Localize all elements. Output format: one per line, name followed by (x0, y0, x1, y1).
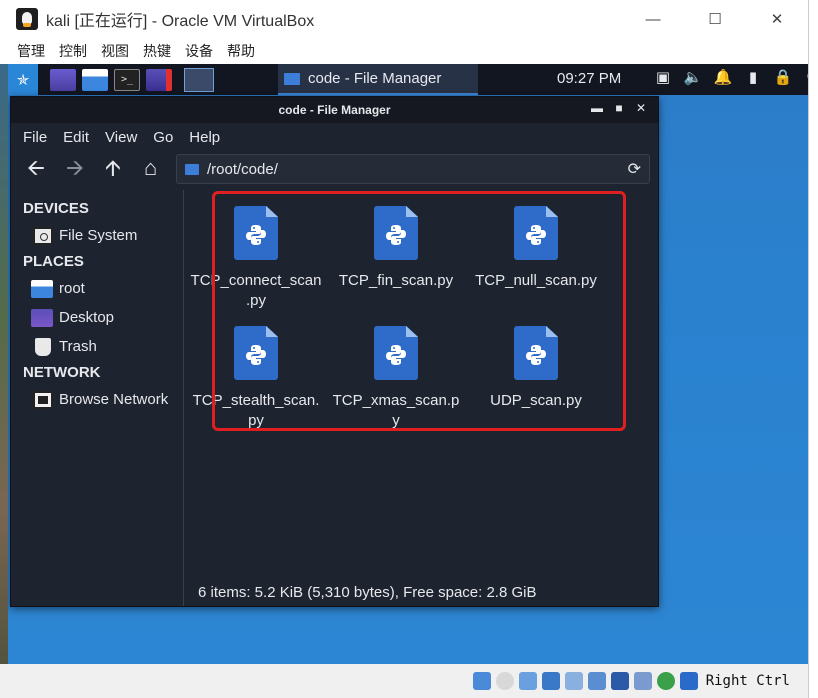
file-manager-toolbar: 🡨 🡪 🡩 ⌂ /root/code/ ⟳ (11, 151, 658, 185)
folder-icon (31, 279, 53, 298)
network-icon[interactable] (541, 672, 560, 690)
disk-icon (33, 226, 53, 245)
trash-icon (35, 337, 51, 356)
power-icon[interactable]: ⏻ (798, 68, 808, 86)
menu-view[interactable]: View (105, 129, 137, 146)
panel-clock[interactable]: 09:27 PM (557, 70, 621, 87)
screen-recorder-launcher-icon[interactable] (146, 68, 172, 91)
folder-icon (185, 163, 199, 175)
host-key-label: Right Ctrl (705, 673, 790, 689)
sidebar-heading-network: NETWORK (23, 364, 101, 381)
menu-control[interactable]: 控制 (59, 41, 87, 61)
sidebar-item-browse-network[interactable]: Browse Network (11, 385, 183, 414)
sidebar: DEVICES File System PLACES root Desktop … (11, 190, 184, 580)
file-manager-menubar: File Edit View Go Help (11, 123, 658, 151)
taskbar-item-file-manager[interactable]: code - File Manager (278, 64, 478, 95)
highlight-annotation (212, 191, 626, 431)
menu-view[interactable]: 视图 (101, 41, 129, 61)
menu-hotkeys[interactable]: 热键 (143, 41, 171, 61)
status-bar: 6 items: 5.2 KiB (5,310 bytes), Free spa… (11, 580, 658, 606)
lock-icon[interactable]: 🔒 (768, 68, 798, 86)
menu-help[interactable]: 帮助 (227, 41, 255, 61)
sidebar-item-label: Browse Network (59, 391, 169, 408)
file-manager-launcher-icon[interactable] (82, 68, 108, 91)
mouse-integration-icon[interactable] (656, 672, 675, 690)
reload-icon[interactable]: ⟳ (628, 159, 641, 179)
terminal-launcher-icon[interactable]: >_ (114, 68, 140, 91)
virtualbox-statusbar: Right Ctrl (0, 664, 808, 698)
sidebar-item-root[interactable]: root (11, 274, 183, 303)
notification-icon[interactable]: 🔔 (708, 68, 738, 86)
sidebar-item-label: root (59, 280, 85, 297)
minimize-button[interactable]: — (622, 0, 684, 38)
sidebar-heading-devices: DEVICES (23, 200, 89, 217)
menu-file[interactable]: File (23, 129, 47, 146)
sidebar-item-desktop[interactable]: Desktop (11, 303, 183, 332)
file-manager-title: code - File Manager (278, 103, 391, 117)
cpu-icon[interactable] (633, 672, 652, 690)
workspace-switcher-icon[interactable] (184, 67, 214, 92)
background-window-edge (808, 0, 818, 698)
virtualbox-window-title: kali [正在运行] - Oracle VM VirtualBox (46, 13, 315, 30)
forward-arrow-icon[interactable]: 🡪 (66, 157, 105, 179)
maximize-button[interactable]: ☐ (684, 0, 746, 38)
status-text: 6 items: 5.2 KiB (5,310 bytes), Free spa… (198, 584, 537, 601)
fm-minimize-button[interactable]: ▬ (586, 101, 608, 115)
file-manager-titlebar[interactable]: code - File Manager ▬ ■ ✕ (11, 97, 658, 123)
usb-icon[interactable] (518, 672, 537, 690)
system-tray: ▣ 🔈 🔔 ▮ 🔒 ⏻ (648, 68, 808, 86)
kali-menu-icon[interactable]: ✯ (8, 64, 38, 95)
optical-drive-icon[interactable] (495, 672, 514, 690)
sidebar-item-label: File System (59, 227, 138, 244)
menu-devices[interactable]: 设备 (185, 41, 213, 61)
virtualbox-titlebar: kali [正在运行] - Oracle VM VirtualBox — ☐ ✕ (0, 0, 808, 38)
sidebar-item-label: Desktop (59, 309, 115, 326)
sidebar-item-label: Trash (59, 338, 97, 355)
fm-close-button[interactable]: ✕ (630, 101, 652, 115)
volume-icon[interactable]: 🔈 (678, 68, 708, 86)
menu-help[interactable]: Help (189, 129, 220, 146)
sidebar-heading-places: PLACES (23, 253, 84, 270)
kali-top-panel: ✯ >_ code - File Manager 09:27 PM ▣ 🔈 🔔 … (8, 64, 808, 95)
back-arrow-icon[interactable]: 🡨 (27, 157, 66, 179)
network-icon[interactable]: ▣ (648, 68, 678, 86)
sidebar-item-file-system[interactable]: File System (11, 221, 183, 250)
virtualbox-menubar: 管理 控制 视图 热键 设备 帮助 (0, 38, 808, 64)
shared-folder-icon[interactable] (564, 672, 583, 690)
menu-go[interactable]: Go (153, 129, 173, 146)
network-icon (33, 390, 53, 409)
audio-icon[interactable] (472, 672, 491, 690)
display-icon[interactable] (587, 672, 606, 690)
up-arrow-icon[interactable]: 🡩 (105, 157, 144, 179)
fm-maximize-button[interactable]: ■ (608, 101, 630, 115)
menu-manage[interactable]: 管理 (17, 41, 45, 61)
location-path[interactable]: /root/code/ (207, 161, 278, 178)
close-button[interactable]: ✕ (746, 0, 808, 38)
taskbar-item-label: code - File Manager (308, 70, 442, 87)
folder-icon (284, 72, 300, 85)
virtualbox-app-icon (16, 8, 38, 30)
battery-icon[interactable]: ▮ (738, 68, 768, 86)
keyboard-capture-icon[interactable] (679, 672, 698, 690)
show-desktop-icon[interactable] (50, 68, 76, 91)
desktop-icon (31, 308, 53, 327)
menu-edit[interactable]: Edit (63, 129, 89, 146)
sidebar-item-trash[interactable]: Trash (11, 332, 183, 361)
video-capture-icon[interactable] (610, 672, 629, 690)
host-wallpaper-strip (0, 64, 8, 698)
location-bar[interactable]: /root/code/ ⟳ (176, 154, 650, 184)
